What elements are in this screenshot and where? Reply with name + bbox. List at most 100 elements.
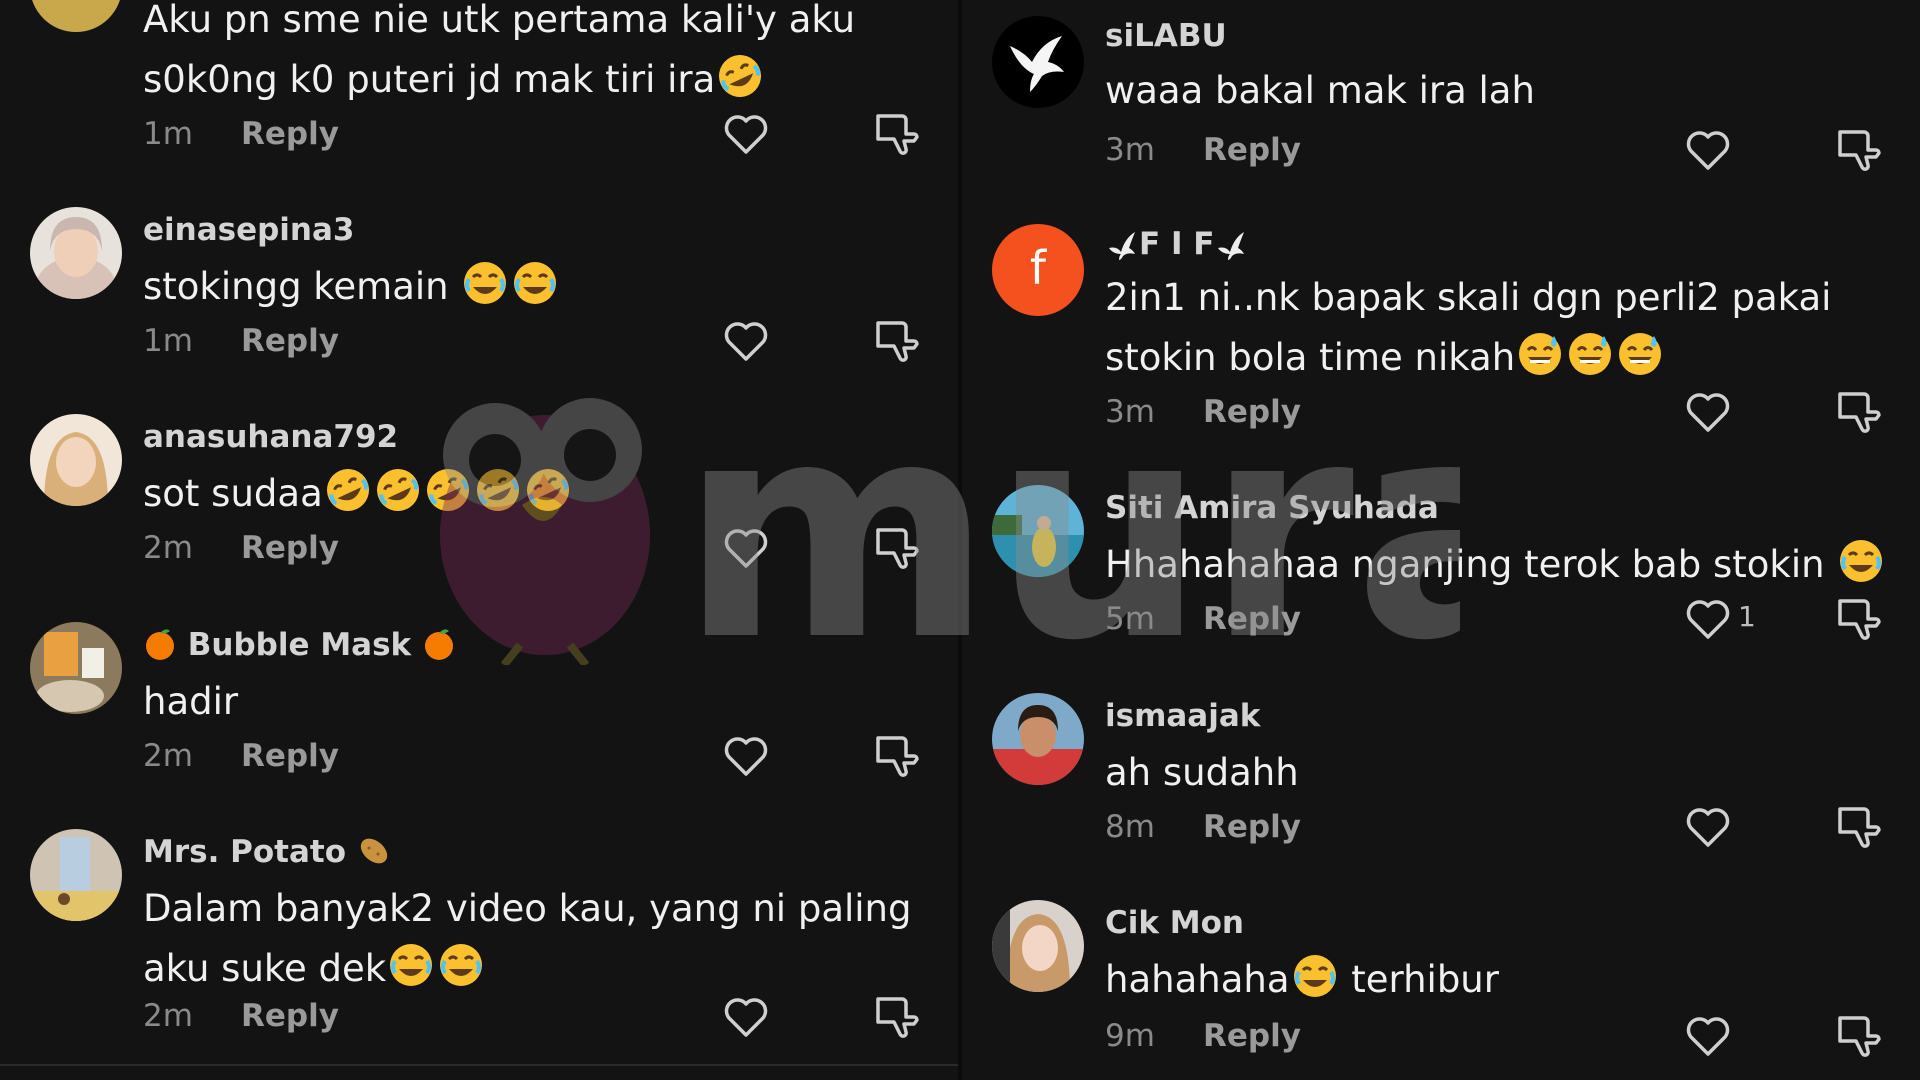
dislike-icon[interactable] (874, 993, 920, 1039)
like-icon[interactable] (722, 526, 770, 570)
dislike-icon[interactable] (874, 732, 920, 778)
comments-column-right: siLABU waaa bakal mak ira lah 3m Reply f (962, 0, 1920, 1080)
reply-button[interactable]: Reply (241, 321, 339, 361)
comment-time: 2m (143, 998, 193, 1034)
tangerine-emoji (143, 627, 177, 661)
comment-meta: 2m Reply (143, 736, 339, 776)
username[interactable]: siLABU (1105, 16, 1227, 56)
username[interactable]: anasuhana792 (143, 417, 398, 457)
dislike-icon[interactable] (1836, 126, 1882, 172)
dislike-icon[interactable] (1836, 595, 1882, 641)
dislike-icon[interactable] (1836, 803, 1882, 849)
comment-text: Aku pn sme nie utk pertama kali'y aku s0… (143, 0, 903, 110)
comment-text: hadir (143, 680, 239, 723)
comments-column-left: Aku pn sme nie utk pertama kali'y aku s0… (0, 0, 958, 1080)
potato-emoji (357, 834, 391, 868)
username[interactable]: Cik Mon (1105, 903, 1244, 943)
dislike-icon[interactable] (874, 110, 920, 156)
sweat-smile-emoji (1616, 330, 1664, 378)
dislike-icon[interactable] (874, 524, 920, 570)
sweat-smile-emoji (1516, 330, 1564, 378)
comment-text: Hhahahahaa nganjing terok bab stokin (1105, 535, 1883, 595)
avatar-letter: f (1030, 241, 1048, 295)
avatar[interactable] (992, 16, 1084, 108)
joy-emoji (1837, 537, 1885, 585)
comment-time: 3m (1105, 394, 1155, 430)
comment-text: ah sudahh (1105, 751, 1299, 794)
comment-text: 2in1 ni..nk bapak skali dgn perli2 pakai… (1105, 276, 1832, 379)
rofl-emoji (716, 52, 764, 100)
reply-button[interactable]: Reply (1203, 599, 1301, 639)
divider (0, 1064, 958, 1066)
comment-time: 9m (1105, 1018, 1155, 1054)
avatar[interactable] (30, 414, 122, 506)
comment-meta: 8m Reply (1105, 807, 1301, 847)
tangerine-emoji (422, 627, 456, 661)
rofl-emoji (424, 466, 472, 514)
comment-meta: 3m Reply (1105, 130, 1301, 170)
comment-text: Dalam banyak2 video kau, yang ni paling … (143, 887, 912, 990)
username[interactable]: einasepina3 (143, 210, 355, 250)
reply-button[interactable]: Reply (1203, 807, 1301, 847)
dove-emoji (1105, 226, 1139, 260)
username[interactable]: ismaajak (1105, 696, 1260, 736)
avatar[interactable]: f (992, 224, 1084, 316)
avatar[interactable] (992, 900, 1084, 992)
dislike-icon[interactable] (874, 317, 920, 363)
reply-button[interactable]: Reply (241, 736, 339, 776)
avatar[interactable] (30, 207, 122, 299)
sweat-smile-emoji (1566, 330, 1614, 378)
avatar[interactable] (992, 485, 1084, 577)
rofl-emoji (474, 466, 522, 514)
avatar[interactable] (992, 693, 1084, 785)
comment-time: 2m (143, 530, 193, 566)
rofl-emoji (324, 466, 372, 514)
reply-button[interactable]: Reply (1203, 392, 1301, 432)
reply-button[interactable]: Reply (1203, 130, 1301, 170)
reply-button[interactable]: Reply (241, 114, 339, 154)
like-icon[interactable] (722, 734, 770, 778)
dove-emoji (1214, 226, 1248, 260)
dislike-icon[interactable] (1836, 1012, 1882, 1058)
avatar[interactable] (30, 622, 122, 714)
reply-button[interactable]: Reply (241, 528, 339, 568)
joy-emoji (461, 259, 509, 307)
joy-emoji (437, 941, 485, 989)
comment-time: 8m (1105, 809, 1155, 845)
comment-meta: 1m Reply (143, 114, 339, 154)
avatar[interactable] (30, 829, 122, 921)
avatar[interactable] (30, 0, 122, 32)
comment-meta: 1m Reply (143, 321, 339, 361)
comment-time: 3m (1105, 132, 1155, 168)
like-icon[interactable] (722, 319, 770, 363)
like-icon[interactable] (1684, 128, 1732, 172)
comment-meta: 2m Reply (143, 528, 339, 568)
comment-text: sot sudaa (143, 464, 903, 524)
comment-time: 5m (1105, 601, 1155, 637)
joy-emoji (1291, 952, 1339, 1000)
username[interactable]: Bubble Mask (143, 625, 456, 665)
comment-time: 1m (143, 116, 193, 152)
like-icon[interactable] (722, 112, 770, 156)
like-icon[interactable] (1684, 1014, 1732, 1058)
username[interactable]: Siti Amira Syuhada (1105, 488, 1439, 528)
dislike-icon[interactable] (1836, 388, 1882, 434)
reply-button[interactable]: Reply (1203, 1016, 1301, 1056)
comment-meta: 3m Reply (1105, 392, 1301, 432)
like-icon[interactable] (722, 995, 770, 1039)
reply-button[interactable]: Reply (241, 996, 339, 1036)
joy-emoji (511, 259, 559, 307)
comment-meta: 9m Reply (1105, 1016, 1301, 1056)
joy-emoji (387, 941, 435, 989)
like-icon[interactable] (1684, 597, 1732, 641)
comment-meta: 2m Reply (143, 996, 339, 1036)
username[interactable]: F I F (1105, 224, 1248, 264)
rofl-emoji (374, 466, 422, 514)
comment-text: stokingg kemain (143, 257, 903, 317)
comment-text: waaa bakal mak ira lah (1105, 69, 1535, 112)
comment-meta: 5m Reply (1105, 599, 1301, 639)
comment-time: 2m (143, 738, 193, 774)
like-icon[interactable] (1684, 390, 1732, 434)
username[interactable]: Mrs. Potato (143, 832, 391, 872)
like-icon[interactable] (1684, 805, 1732, 849)
